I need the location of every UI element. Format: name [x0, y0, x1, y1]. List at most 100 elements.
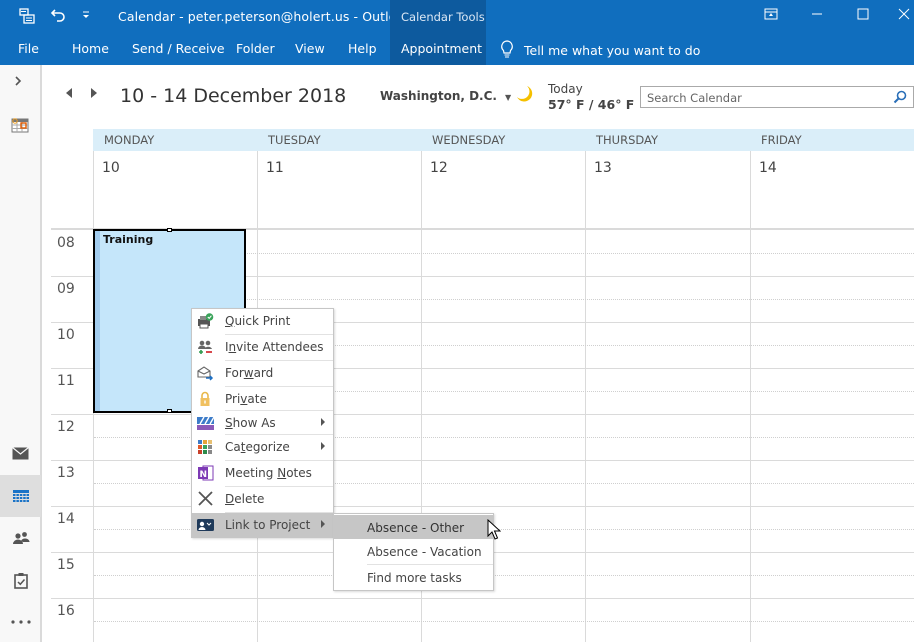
hour-label: 08: [57, 235, 75, 251]
menu-item-label: Meeting Notes: [225, 466, 312, 480]
nav-calendar[interactable]: [0, 475, 41, 517]
search-icon[interactable]: [893, 89, 907, 104]
grid-line: [41, 65, 42, 642]
chevron-right-icon: [91, 88, 97, 98]
menu-item-meeting-notes[interactable]: N Meeting Notes: [192, 461, 333, 485]
navigation-rail: [0, 65, 41, 642]
maximize-button[interactable]: [853, 6, 873, 26]
hour-label: 15: [57, 557, 75, 573]
invite-attendees-icon: [197, 339, 214, 355]
hour-label: 12: [57, 419, 75, 435]
tell-me-search[interactable]: Tell me what you want to do: [500, 40, 700, 61]
chevron-left-icon: [66, 88, 72, 98]
calendar-tools-label: Calendar Tools: [401, 10, 485, 24]
submenu-arrow-icon: [321, 520, 325, 528]
ribbon-display-options-button[interactable]: [761, 6, 781, 26]
hour-line: [51, 414, 914, 415]
link-to-project-submenu: Absence - Other Absence - Vacation Find …: [333, 513, 494, 591]
date-navigator-icon[interactable]: [11, 117, 29, 133]
grid-line: [750, 151, 751, 642]
menu-item-forward[interactable]: Forward: [192, 361, 333, 385]
tab-view[interactable]: View: [295, 41, 325, 56]
send-receive-all-icon[interactable]: [18, 7, 36, 29]
forward-icon: [197, 365, 214, 381]
menu-item-delete[interactable]: Delete: [192, 487, 333, 511]
tab-home[interactable]: Home: [72, 41, 109, 56]
menu-item-label: Link to Project: [225, 518, 311, 532]
submenu-item-label: Find more tasks: [367, 571, 462, 585]
hour-line: [51, 460, 914, 461]
menu-item-categorize[interactable]: Categorize: [192, 435, 333, 459]
day-name: TUESDAY: [268, 133, 321, 147]
search-box[interactable]: [640, 86, 914, 108]
menu-item-label: Quick Print: [225, 314, 291, 328]
tab-file[interactable]: File: [18, 41, 39, 56]
delete-icon: [197, 491, 214, 507]
tab-appointment[interactable]: Appointment: [401, 41, 482, 56]
next-week-button[interactable]: [90, 88, 98, 101]
menu-item-label: Categorize: [225, 440, 290, 454]
resize-handle-bottom[interactable]: [167, 409, 172, 413]
menu-item-private[interactable]: Private: [192, 387, 333, 411]
nav-mail[interactable]: [0, 432, 41, 474]
event-busy-bar: [95, 231, 100, 411]
weather-location-dropdown[interactable]: Washington, D.C. ▼: [380, 89, 511, 103]
submenu-item-label: Absence - Vacation: [367, 545, 482, 559]
submenu-item-absence-other[interactable]: Absence - Other: [334, 515, 493, 539]
menu-item-invite-attendees[interactable]: Invite Attendees: [192, 335, 333, 359]
hour-label: 14: [57, 511, 75, 527]
nav-people[interactable]: [0, 517, 41, 559]
close-icon: [898, 8, 910, 20]
submenu-arrow-icon: [321, 418, 325, 426]
search-calendar-input[interactable]: [641, 88, 881, 108]
restore-ribbon-icon: [764, 8, 778, 20]
nav-tasks[interactable]: [0, 559, 41, 601]
submenu-arrow-icon: [321, 442, 325, 450]
menu-item-label: Show As: [225, 416, 276, 430]
submenu-item-find-more-tasks[interactable]: Find more tasks: [334, 565, 493, 589]
show-as-icon: [197, 415, 215, 431]
menu-item-link-to-project[interactable]: Link to Project: [192, 513, 333, 537]
menu-item-label: Private: [225, 392, 267, 406]
event-title: Training: [103, 233, 154, 246]
previous-week-button[interactable]: [65, 88, 73, 101]
day-date[interactable]: 11: [266, 160, 284, 176]
hour-line: [51, 598, 914, 599]
customize-quick-access-icon[interactable]: [81, 10, 91, 23]
tab-send-receive[interactable]: Send / Receive: [132, 41, 225, 56]
hour-line: [51, 506, 914, 507]
day-date[interactable]: 10: [102, 160, 120, 176]
moon-icon: [515, 84, 535, 104]
half-hour-line: [94, 575, 914, 576]
menu-item-show-as[interactable]: Show As: [192, 411, 333, 435]
day-name: WEDNESDAY: [432, 133, 506, 147]
nav-more[interactable]: [0, 601, 41, 642]
window-title: Calendar - peter.peterson@holert.us - Ou…: [118, 9, 412, 24]
menu-item-label: Invite Attendees: [225, 340, 324, 354]
day-date[interactable]: 13: [594, 160, 612, 176]
menu-item-quick-print[interactable]: Quick Print: [192, 309, 333, 333]
tab-help[interactable]: Help: [348, 41, 377, 56]
weather-temperatures: 57° F / 46° F: [548, 97, 635, 112]
day-date[interactable]: 12: [430, 160, 448, 176]
day-date[interactable]: 14: [759, 160, 777, 176]
context-menu: Quick Print Invite Attendees Forward Pri…: [191, 308, 334, 538]
mail-icon: [12, 446, 29, 459]
minimize-button[interactable]: [807, 6, 827, 26]
hour-label: 10: [57, 327, 75, 343]
menu-item-label: Forward: [225, 366, 274, 380]
hour-label: 09: [57, 281, 75, 297]
close-button[interactable]: [894, 6, 914, 26]
menu-item-label: Delete: [225, 492, 265, 506]
expand-folder-pane-icon[interactable]: [14, 75, 22, 90]
submenu-item-absence-vacation[interactable]: Absence - Vacation: [334, 539, 493, 563]
hour-label: 11: [57, 373, 75, 389]
resize-handle-top[interactable]: [167, 228, 172, 232]
hour-label: 13: [57, 465, 75, 481]
link-project-icon: [197, 517, 214, 533]
tab-folder[interactable]: Folder: [236, 41, 275, 56]
hour-label: 16: [57, 603, 75, 619]
undo-icon[interactable]: [50, 7, 66, 27]
lock-icon: [197, 391, 214, 407]
onenote-icon: N: [197, 465, 214, 481]
